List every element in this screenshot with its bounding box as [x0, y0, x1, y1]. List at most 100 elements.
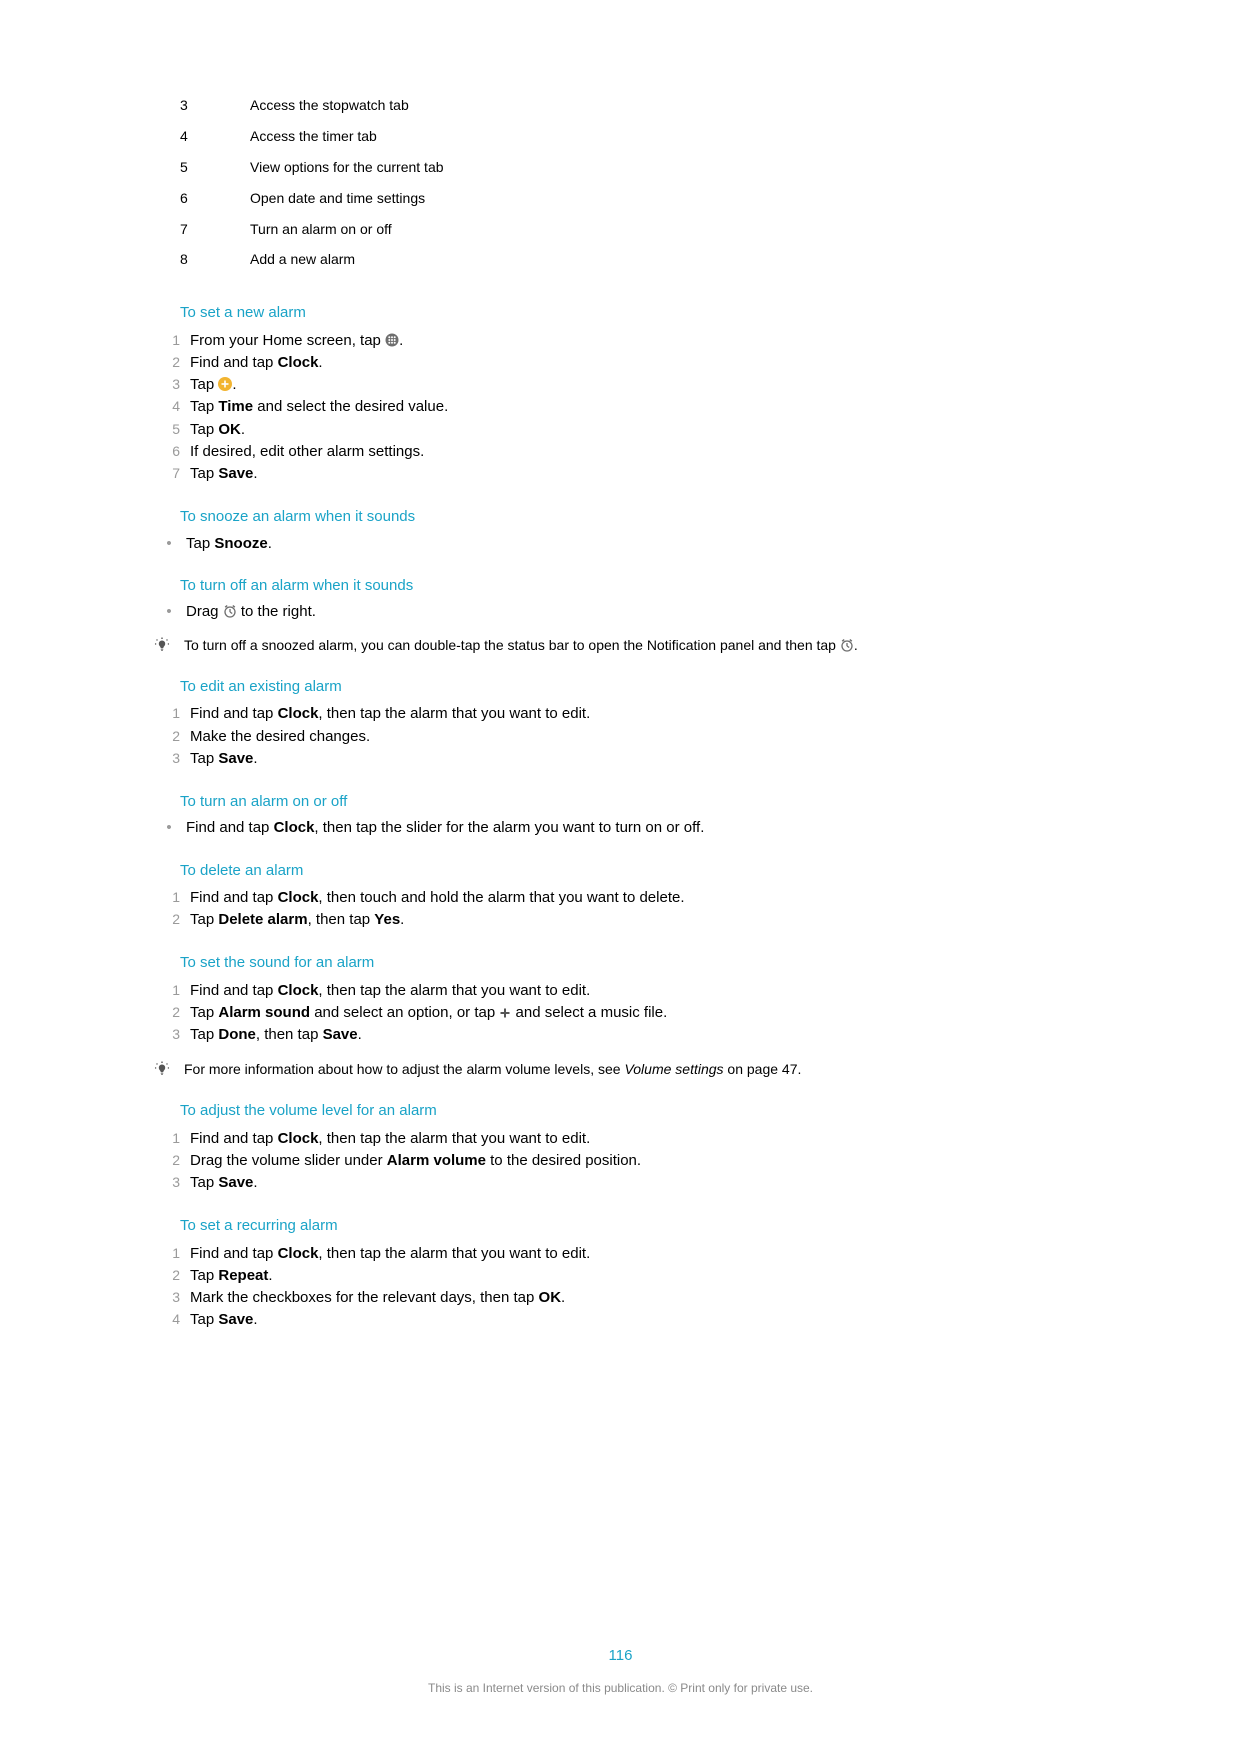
section-recurring-alarm: To set a recurring alarm 1Find and tap C… — [180, 1216, 1061, 1331]
step-number: 1 — [158, 981, 190, 1000]
section-alarm-volume: To adjust the volume level for an alarm … — [180, 1101, 1061, 1194]
apps-grid-icon — [385, 333, 399, 347]
legend-number: 4 — [180, 127, 250, 146]
legend-number: 7 — [180, 220, 250, 239]
step: 2 Find and tap Clock. — [180, 352, 1061, 374]
step-number: 1 — [158, 704, 190, 723]
step-number: 1 — [158, 1129, 190, 1148]
step-number: 1 — [158, 888, 190, 907]
step: 2Tap Repeat. — [180, 1265, 1061, 1287]
legend-row: 4Access the timer tab — [180, 121, 1061, 152]
step: 2Tap Alarm sound and select an option, o… — [180, 1002, 1061, 1024]
step-text: Tap Save. — [190, 464, 1061, 484]
step: 6 If desired, edit other alarm settings. — [180, 441, 1061, 463]
step-text: Tap Save. — [190, 1310, 1061, 1330]
step: 3Tap Save. — [180, 1172, 1061, 1194]
alarm-clock-icon — [223, 604, 237, 618]
step-number: 2 — [158, 910, 190, 929]
section-heading: To snooze an alarm when it sounds — [180, 507, 1061, 527]
step-number: 3 — [158, 749, 190, 768]
section-heading: To set the sound for an alarm — [180, 953, 1061, 973]
step-number: 5 — [158, 420, 190, 439]
step-text: Drag the volume slider under Alarm volum… — [190, 1151, 1061, 1171]
bullet-mark: • — [158, 534, 186, 554]
step: 5 Tap OK. — [180, 419, 1061, 441]
step-text: Tap OK. — [190, 420, 1061, 440]
step-text: Find and tap Clock. — [190, 353, 1061, 373]
legend-row: 5View options for the current tab — [180, 152, 1061, 183]
section-heading: To adjust the volume level for an alarm — [180, 1101, 1061, 1121]
section-snooze-alarm: To snooze an alarm when it sounds • Tap … — [180, 507, 1061, 554]
step: 3Mark the checkboxes for the relevant da… — [180, 1287, 1061, 1309]
section-heading: To set a new alarm — [180, 303, 1061, 323]
section-heading: To set a recurring alarm — [180, 1216, 1061, 1236]
legend-text: Add a new alarm — [250, 250, 1061, 269]
step: 2Drag the volume slider under Alarm volu… — [180, 1150, 1061, 1172]
step: 4Tap Save. — [180, 1309, 1061, 1331]
legend-number: 5 — [180, 158, 250, 177]
plus-icon — [499, 1007, 511, 1019]
section-alarm-sound: To set the sound for an alarm 1Find and … — [180, 953, 1061, 1079]
step-text: Find and tap Clock, then tap the alarm t… — [190, 1244, 1061, 1264]
step-text: Find and tap Clock, then tap the alarm t… — [190, 1129, 1061, 1149]
step-number: 2 — [158, 1151, 190, 1170]
step: 1Find and tap Clock, then tap the alarm … — [180, 1128, 1061, 1150]
section-delete-alarm: To delete an alarm 1Find and tap Clock, … — [180, 861, 1061, 932]
step-text: If desired, edit other alarm settings. — [190, 442, 1061, 462]
section-heading: To turn an alarm on or off — [180, 792, 1061, 812]
tip-note: To turn off a snoozed alarm, you can dou… — [180, 636, 1061, 655]
step-number: 3 — [158, 1025, 190, 1044]
step-text: Tap . — [190, 375, 1061, 395]
step-number: 2 — [158, 353, 190, 372]
step-number: 1 — [158, 331, 190, 350]
step-number: 2 — [158, 1003, 190, 1022]
alarm-clock-icon — [840, 638, 854, 652]
step-number: 3 — [158, 375, 190, 394]
cross-reference: Volume settings — [624, 1061, 723, 1077]
step-number: 3 — [158, 1173, 190, 1192]
step-text: From your Home screen, tap . — [190, 331, 1061, 351]
step-number: 4 — [158, 1310, 190, 1329]
step: 3Tap Save. — [180, 748, 1061, 770]
add-alarm-fab-icon — [218, 377, 232, 391]
legend-number: 8 — [180, 250, 250, 269]
legend-row: 7Turn an alarm on or off — [180, 214, 1061, 245]
section-edit-alarm: To edit an existing alarm 1Find and tap … — [180, 677, 1061, 770]
legend-text: Access the stopwatch tab — [250, 96, 1061, 115]
legend-number: 3 — [180, 96, 250, 115]
step-text: Make the desired changes. — [190, 727, 1061, 747]
legend-row: 8Add a new alarm — [180, 244, 1061, 275]
step-number: 7 — [158, 464, 190, 483]
step: 3 Tap . — [180, 374, 1061, 396]
step-text: Find and tap Clock, then tap the alarm t… — [190, 704, 1061, 724]
bullet-item: • Find and tap Clock, then tap the slide… — [180, 818, 1061, 838]
tip-note: For more information about how to adjust… — [180, 1060, 1061, 1079]
legend-number: 6 — [180, 189, 250, 208]
section-heading: To edit an existing alarm — [180, 677, 1061, 697]
section-heading: To delete an alarm — [180, 861, 1061, 881]
step: 4 Tap Time and select the desired value. — [180, 396, 1061, 418]
step-text: Tap Delete alarm, then tap Yes. — [190, 910, 1061, 930]
legend-text: Open date and time settings — [250, 189, 1061, 208]
bullet-item: • Drag to the right. — [180, 602, 1061, 622]
legend-text: View options for the current tab — [250, 158, 1061, 177]
footer-note: This is an Internet version of this publ… — [0, 1680, 1241, 1696]
legend-row: 6Open date and time settings — [180, 183, 1061, 214]
page: 3Access the stopwatch tab 4Access the ti… — [0, 0, 1241, 1754]
bullet-mark: • — [158, 818, 186, 838]
step-number: 6 — [158, 442, 190, 461]
section-set-new-alarm: To set a new alarm 1 From your Home scre… — [180, 303, 1061, 485]
section-turn-off-alarm-sounding: To turn off an alarm when it sounds • Dr… — [180, 576, 1061, 655]
step: 2Tap Delete alarm, then tap Yes. — [180, 909, 1061, 931]
legend-text: Access the timer tab — [250, 127, 1061, 146]
step-number: 3 — [158, 1288, 190, 1307]
step-number: 1 — [158, 1244, 190, 1263]
step: 1Find and tap Clock, then tap the alarm … — [180, 980, 1061, 1002]
step: 3Tap Done, then tap Save. — [180, 1024, 1061, 1046]
tip-text: For more information about how to adjust… — [184, 1060, 1061, 1079]
page-number: 116 — [0, 1646, 1241, 1666]
step-text: Tap Time and select the desired value. — [190, 397, 1061, 417]
step-number: 4 — [158, 397, 190, 416]
step-number: 2 — [158, 1266, 190, 1285]
section-heading: To turn off an alarm when it sounds — [180, 576, 1061, 596]
